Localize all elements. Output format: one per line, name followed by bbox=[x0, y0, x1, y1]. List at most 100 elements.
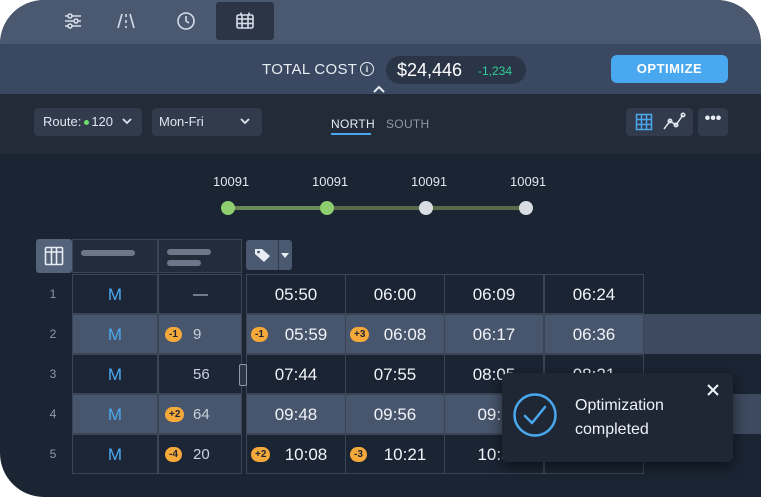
time-cell[interactable]: 07:55 bbox=[345, 354, 445, 394]
time-text: 06:17 bbox=[472, 325, 516, 344]
stop-node[interactable] bbox=[419, 201, 433, 215]
code-cell[interactable]: M bbox=[72, 274, 158, 314]
more-options-button[interactable]: ••• bbox=[698, 108, 728, 136]
tab-route[interactable] bbox=[97, 2, 155, 40]
time-text: 05:59 bbox=[284, 325, 328, 344]
delta-badge: +3 bbox=[350, 327, 370, 342]
info-icon[interactable]: i bbox=[360, 62, 374, 76]
time-cell[interactable]: 06:09 bbox=[444, 274, 544, 314]
row-number: 5 bbox=[49, 447, 57, 461]
check-circle-icon bbox=[513, 393, 557, 437]
caret-down-icon bbox=[281, 253, 289, 258]
table-view-icon[interactable] bbox=[635, 113, 653, 131]
total-cost-label: TOTAL COST bbox=[262, 61, 358, 78]
stop-label: 10091 bbox=[411, 174, 448, 189]
time-cell[interactable]: 09:48 bbox=[246, 394, 346, 434]
time-text: 05:50 bbox=[274, 285, 318, 304]
delta-badge: -1 bbox=[251, 327, 268, 342]
time-cell[interactable]: -3 10:21 bbox=[345, 434, 445, 474]
code-cell[interactable]: M bbox=[72, 434, 158, 474]
active-tab-underline bbox=[331, 133, 371, 135]
cost-delta: -1,234 bbox=[478, 64, 513, 78]
days-select[interactable]: Mon-Fri bbox=[152, 108, 262, 136]
time-cell[interactable]: 06:36 bbox=[544, 314, 644, 354]
time-text: 06:08 bbox=[383, 325, 427, 344]
stop-node[interactable] bbox=[221, 201, 235, 215]
column-header-value[interactable] bbox=[158, 239, 242, 273]
close-icon[interactable] bbox=[706, 383, 720, 397]
tab-schedule-time[interactable] bbox=[157, 2, 215, 40]
timeline-segment-done bbox=[229, 206, 328, 210]
time-cell[interactable]: 09:56 bbox=[345, 394, 445, 434]
value-text: 9 bbox=[193, 326, 202, 343]
chevron-down-icon bbox=[240, 118, 250, 125]
stop-node[interactable] bbox=[320, 201, 334, 215]
top-tab-bar bbox=[0, 0, 761, 44]
value-cell[interactable]: -4 20 bbox=[158, 434, 242, 474]
time-text: 06:09 bbox=[472, 285, 516, 304]
time-text: 09:48 bbox=[274, 405, 318, 424]
stop-label: 10091 bbox=[312, 174, 349, 189]
time-text: 06:36 bbox=[572, 325, 616, 344]
value-text: 56 bbox=[193, 366, 210, 383]
time-cell[interactable]: -1 05:59 bbox=[246, 314, 346, 354]
time-cell[interactable]: 06:00 bbox=[345, 274, 445, 314]
tab-timetable[interactable] bbox=[216, 2, 274, 40]
column-header-code[interactable] bbox=[72, 239, 158, 273]
time-text: 07:44 bbox=[274, 365, 318, 384]
header-placeholder bbox=[167, 249, 211, 255]
route-select-label: Route: bbox=[43, 114, 82, 129]
stop-label: 10091 bbox=[213, 174, 250, 189]
value-text: 64 bbox=[193, 406, 210, 423]
chevron-up-icon bbox=[373, 85, 385, 93]
row-number: 1 bbox=[49, 287, 57, 301]
time-cell[interactable]: 07:44 bbox=[246, 354, 346, 394]
toast-line: Optimization bbox=[575, 397, 664, 414]
time-text: 06:00 bbox=[373, 285, 417, 304]
time-cell[interactable]: 06:24 bbox=[544, 274, 644, 314]
delta-badge: -1 bbox=[165, 327, 182, 342]
road-icon bbox=[117, 13, 135, 29]
value-cell[interactable]: — bbox=[158, 274, 242, 314]
chart-view-icon[interactable] bbox=[662, 112, 686, 132]
columns-icon bbox=[44, 246, 64, 266]
tab-south[interactable]: SOUTH bbox=[386, 117, 430, 131]
tab-settings[interactable] bbox=[44, 2, 102, 40]
calendar-grid-icon bbox=[236, 12, 254, 29]
stop-node[interactable] bbox=[519, 201, 533, 215]
header-placeholder bbox=[167, 260, 201, 266]
divider bbox=[278, 240, 279, 270]
delta-badge: -3 bbox=[350, 447, 367, 462]
delta-badge: +2 bbox=[251, 447, 271, 462]
column-resize-handle[interactable] bbox=[239, 364, 247, 386]
time-cell[interactable]: +3 06:08 bbox=[345, 314, 445, 354]
chevron-down-icon bbox=[122, 118, 132, 125]
toast-line: completed bbox=[575, 421, 649, 438]
optimize-button[interactable]: OPTIMIZE bbox=[611, 55, 728, 83]
toast-message: Optimization completed bbox=[575, 394, 705, 442]
view-toggle-group bbox=[626, 108, 693, 136]
sliders-icon bbox=[65, 13, 81, 29]
code-cell[interactable]: M bbox=[72, 314, 158, 354]
time-cell[interactable]: 06:17 bbox=[444, 314, 544, 354]
code-cell[interactable]: M bbox=[72, 394, 158, 434]
time-text: 07:55 bbox=[373, 365, 417, 384]
value-cell[interactable]: 56 bbox=[158, 354, 242, 394]
days-select-value: Mon-Fri bbox=[159, 114, 204, 129]
value-cell[interactable]: -1 9 bbox=[158, 314, 242, 354]
row-number: 2 bbox=[49, 327, 57, 341]
tab-north[interactable]: NORTH bbox=[331, 117, 375, 131]
route-select[interactable]: Route: 120 bbox=[34, 108, 142, 136]
value-text: 20 bbox=[193, 446, 210, 463]
grid-view-button[interactable] bbox=[36, 239, 72, 273]
time-cell[interactable]: +2 10:08 bbox=[246, 434, 346, 474]
route-select-value: 120 bbox=[91, 114, 114, 129]
code-cell[interactable]: M bbox=[72, 354, 158, 394]
time-cell[interactable]: 05:50 bbox=[246, 274, 346, 314]
time-text: 09:56 bbox=[373, 405, 417, 424]
value-cell[interactable]: +2 64 bbox=[158, 394, 242, 434]
app-window: TOTAL COST i $24,446 -1,234 OPTIMIZE Rou… bbox=[0, 0, 761, 497]
route-status-dot bbox=[84, 120, 90, 125]
time-text: 06:24 bbox=[572, 285, 616, 304]
tag-filter-button[interactable] bbox=[246, 240, 292, 270]
